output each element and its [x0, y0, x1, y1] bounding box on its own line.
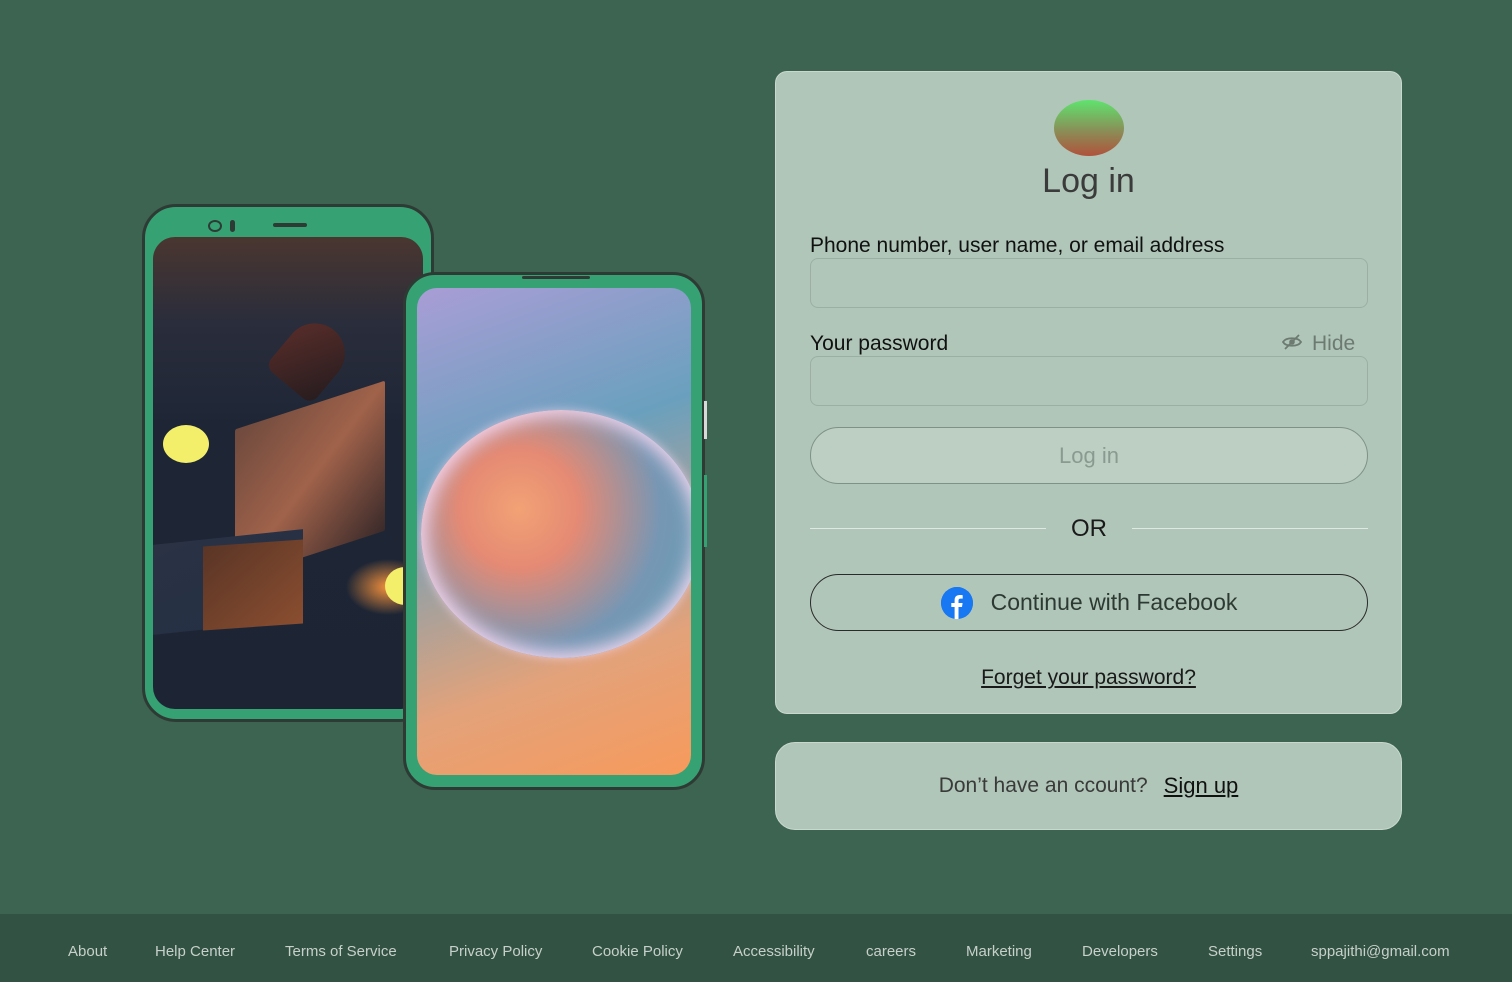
or-text: OR	[1071, 515, 1107, 542]
page-title: Log in	[1042, 162, 1135, 200]
signup-prompt: Don’t have an ccount?	[938, 774, 1148, 797]
footer-link-privacy[interactable]: Privacy Policy	[449, 943, 542, 960]
phone-back-illustration	[142, 204, 434, 722]
facebook-button-label: Continue with Facebook	[990, 589, 1238, 615]
signup-card: Don’t have an ccount? Sign up	[775, 742, 1402, 830]
or-divider: OR	[810, 515, 1368, 543]
phone-sensor	[230, 220, 235, 232]
divider-line	[1132, 528, 1368, 529]
footer-link-accessibility[interactable]: Accessibility	[733, 943, 815, 960]
phone-front-screen	[417, 288, 691, 775]
footer-link-developers[interactable]: Developers	[1082, 943, 1158, 960]
gradient-orb	[421, 410, 691, 658]
hide-label: Hide	[1312, 332, 1356, 355]
footer-link-terms[interactable]: Terms of Service	[285, 943, 397, 960]
signup-link[interactable]: Sign up	[1164, 773, 1239, 799]
footer-link-cookie[interactable]: Cookie Policy	[592, 943, 683, 960]
login-card: Log in Phone number, user name, or email…	[775, 71, 1402, 714]
footer: About Help Center Terms of Service Priva…	[0, 914, 1512, 982]
login-button[interactable]: Log in	[810, 427, 1368, 484]
yellow-light	[163, 425, 209, 463]
forgot-password-link[interactable]: Forget your password?	[776, 666, 1401, 690]
phone-side-button	[704, 475, 707, 547]
username-label: Phone number, user name, or email addres…	[810, 234, 1225, 257]
cube-shape-brown	[203, 539, 303, 631]
eye-slash-icon	[1281, 332, 1303, 356]
facebook-icon	[940, 586, 973, 619]
phone-camera	[208, 220, 222, 232]
phones-illustration	[0, 0, 760, 900]
phone-side-button	[704, 401, 707, 439]
password-input[interactable]	[810, 356, 1368, 406]
username-input[interactable]	[810, 258, 1368, 308]
password-label: Your password	[810, 332, 949, 355]
cylinder-shape	[264, 311, 358, 405]
app-logo	[1054, 100, 1124, 156]
phone-notch	[522, 276, 590, 279]
phone-speaker	[273, 223, 307, 227]
phone-back-screen	[153, 237, 423, 709]
footer-link-marketing[interactable]: Marketing	[966, 943, 1032, 960]
footer-link-about[interactable]: About	[68, 943, 107, 960]
hide-password-toggle[interactable]: Hide	[1281, 332, 1356, 356]
footer-link-careers[interactable]: careers	[866, 943, 916, 960]
footer-link-help-center[interactable]: Help Center	[155, 943, 235, 960]
footer-link-settings[interactable]: Settings	[1208, 943, 1262, 960]
facebook-login-button[interactable]: Continue with Facebook	[810, 574, 1368, 631]
phone-front-illustration	[403, 272, 707, 790]
footer-link-email[interactable]: sppajithi@gmail.com	[1311, 943, 1450, 960]
